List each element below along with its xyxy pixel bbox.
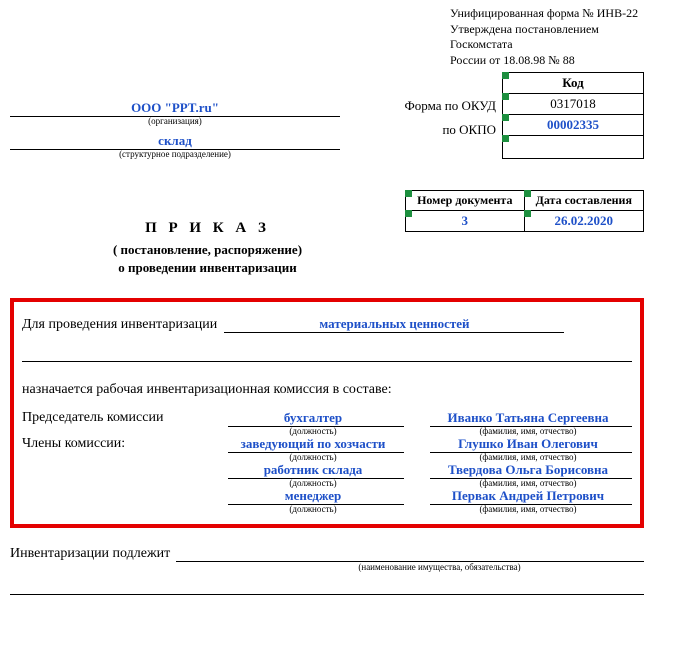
role-1: заведующий по хозчасти	[228, 436, 404, 453]
organization-caption: (организация)	[10, 117, 340, 127]
form-info: Унифицированная форма № ИНВ-22 Утвержден…	[450, 6, 644, 68]
department-caption: (структурное подразделение)	[10, 150, 340, 160]
chairman-label: Председатель комиссии	[22, 410, 228, 427]
code-empty	[503, 136, 644, 159]
form-info-line2: Утверждена постановлением Госкомстата	[450, 22, 644, 53]
organization-value: ООО "PPT.ru"	[131, 100, 219, 115]
name-caption-0: (фамилия, имя, отчество)	[430, 426, 632, 436]
role-caption-3: (должность)	[228, 504, 404, 514]
subject-field	[176, 547, 644, 562]
code-labels: Форма по ОКУД по ОКПО	[405, 72, 503, 142]
intro-label: Для проведения инвентаризации	[22, 317, 217, 332]
doc-date-header: Дата составления	[524, 191, 643, 211]
name-caption-2: (фамилия, имя, отчество)	[430, 478, 632, 488]
name-1: Глушко Иван Олегович	[430, 436, 632, 453]
doc-number-header: Номер документа	[406, 191, 525, 211]
okud-value: 0317018	[503, 94, 644, 115]
commission-block: Для проведения инвентаризации материальн…	[10, 298, 644, 528]
okud-label: Форма по ОКУД	[405, 94, 497, 118]
order-sub1: ( постановление, распоряжение)	[10, 241, 405, 259]
subject-label: Инвентаризации подлежит	[10, 546, 170, 562]
intro-value: материальных ценностей	[224, 316, 564, 333]
name-caption-1: (фамилия, имя, отчество)	[430, 452, 632, 462]
okpo-label: по ОКПО	[405, 118, 497, 142]
role-caption-0: (должность)	[228, 426, 404, 436]
okpo-value: 00002335	[503, 115, 644, 136]
assign-text: назначается рабочая инвентаризационная к…	[22, 382, 632, 398]
role-caption-2: (должность)	[228, 478, 404, 488]
role-0: бухгалтер	[228, 410, 404, 427]
name-caption-3: (фамилия, имя, отчество)	[430, 504, 632, 514]
commission-table: Председатель комиссии бухгалтер Иванко Т…	[22, 410, 632, 514]
role-3: менеджер	[228, 488, 404, 505]
order-heading: П Р И К А З ( постановление, распоряжени…	[10, 190, 405, 277]
form-info-line1: Унифицированная форма № ИНВ-22	[450, 6, 644, 22]
members-label: Члены комиссии:	[22, 436, 228, 453]
subject-row: Инвентаризации подлежит	[10, 546, 644, 562]
name-2: Твердова Ольга Борисовна	[430, 462, 632, 479]
role-caption-1: (должность)	[228, 452, 404, 462]
name-0: Иванко Татьяна Сергеевна	[430, 410, 632, 427]
intro-row: Для проведения инвентаризации материальн…	[22, 316, 632, 333]
department-value: склад	[158, 133, 192, 148]
order-sub2: о проведении инвентаризации	[10, 259, 405, 277]
doc-date: 26.02.2020	[524, 211, 643, 232]
form-info-line3: России от 18.08.98 № 88	[450, 53, 644, 69]
code-header: Код	[503, 73, 644, 94]
subject-caption: (наименование имущества, обязательства)	[235, 562, 644, 572]
blank-line-1	[22, 347, 632, 362]
department-field: склад	[10, 133, 340, 150]
doc-number: 3	[406, 211, 525, 232]
order-title: П Р И К А З	[10, 220, 405, 237]
blank-line-2	[10, 580, 644, 595]
role-2: работник склада	[228, 462, 404, 479]
organization-field: ООО "PPT.ru"	[10, 100, 340, 117]
code-table: Код 0317018 00002335	[502, 72, 644, 159]
name-3: Первак Андрей Петрович	[430, 488, 632, 505]
doc-table: Номер документа Дата составления 3 26.02…	[405, 190, 644, 232]
